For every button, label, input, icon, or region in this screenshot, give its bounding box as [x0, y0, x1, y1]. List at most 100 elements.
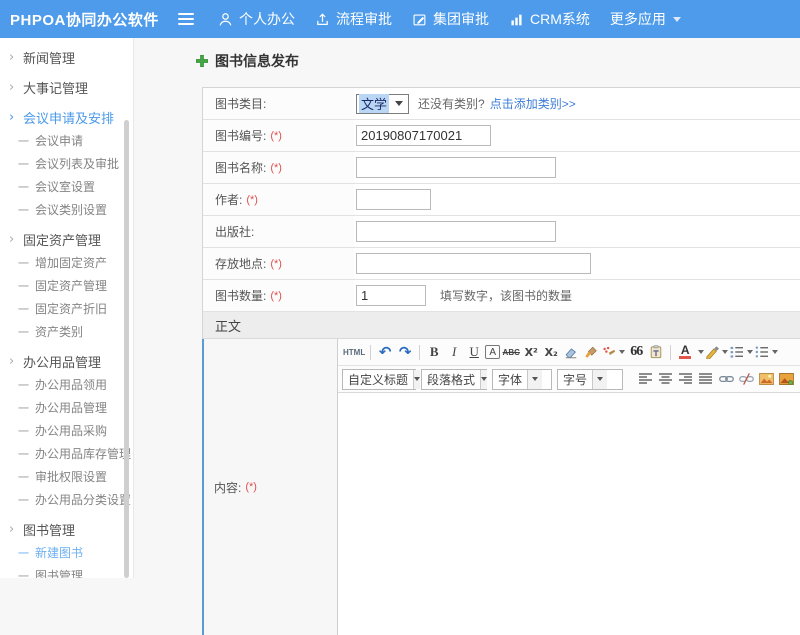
add-category-link[interactable]: 点击添加类别>> [490, 95, 576, 112]
nav-crm-system[interactable]: CRM系统 [509, 9, 590, 29]
dash-icon: 一 [18, 301, 29, 317]
sidebar-item-memorabilia-management[interactable]: › 大事记管理 [0, 75, 133, 99]
sidebar-item-book-manage[interactable]: 一图书管理 [0, 564, 133, 578]
custom-title-select[interactable]: 自定义标题 [342, 369, 416, 390]
strikethrough-button[interactable]: ABC [502, 343, 520, 362]
editor-content-area[interactable] [338, 393, 800, 635]
required-mark: (*) [270, 130, 282, 142]
book-name-input[interactable] [356, 157, 556, 178]
form-row-quantity: 图书数量:(*) 填写数字，该图书的数量 [203, 280, 800, 312]
quantity-input[interactable] [356, 285, 426, 306]
category-select[interactable]: 文学 [356, 94, 409, 114]
sidebar-item-add-fixed-asset[interactable]: 一增加固定资产 [0, 251, 133, 274]
nav-personal-office[interactable]: 个人办公 [218, 9, 295, 29]
field-label: 图书名称: [215, 159, 266, 176]
sidebar-item-supplies-manage[interactable]: 一办公用品管理 [0, 396, 133, 419]
sidebar-item-supplies-inventory[interactable]: 一办公用品库存管理 [0, 442, 133, 465]
dash-icon: 一 [18, 377, 29, 393]
font-family-select[interactable]: 字体 [492, 369, 552, 390]
main-content: 图书信息发布 图书类目: 文学 还没有类别? 点击添加类别>> 图书编号: (*)… [135, 38, 800, 578]
required-mark: (*) [245, 481, 257, 493]
insert-media-button[interactable] [777, 370, 795, 389]
sidebar-item-approval-permission-settings[interactable]: 一审批权限设置 [0, 465, 133, 488]
font-color-button[interactable]: A [676, 343, 694, 362]
caret-down-icon [527, 370, 542, 389]
form-row-category: 图书类目: 文学 还没有类别? 点击添加类别>> [203, 88, 800, 120]
author-input[interactable] [356, 189, 431, 210]
format-brush-button[interactable] [582, 343, 600, 362]
align-right-button[interactable] [677, 370, 695, 389]
font-size-select[interactable]: 字号 [557, 369, 623, 390]
nav-more-apps[interactable]: 更多应用 [610, 9, 681, 29]
bold-button[interactable]: B [425, 343, 443, 362]
bg-color-button[interactable] [705, 343, 728, 362]
sidebar-item-meeting-apply[interactable]: 一会议申请 [0, 129, 133, 152]
book-number-input[interactable] [356, 125, 491, 146]
align-left-button[interactable] [637, 370, 655, 389]
caret-down-icon [747, 350, 753, 354]
toolbar-separator [670, 345, 671, 360]
link-button[interactable] [717, 370, 735, 389]
sidebar-item-fixed-asset-manage[interactable]: 一固定资产管理 [0, 274, 133, 297]
dash-icon: 一 [18, 423, 29, 439]
nav-workflow-approval[interactable]: 流程审批 [315, 9, 392, 29]
eraser-button[interactable] [562, 343, 580, 362]
ordered-list-button[interactable] [730, 343, 753, 362]
sidebar-item-meeting-category-settings[interactable]: 一会议类别设置 [0, 198, 133, 221]
subscript-button[interactable]: X₂ [542, 343, 560, 362]
caret-down-icon [395, 101, 403, 106]
undo-button[interactable]: ↶ [376, 343, 394, 362]
caret-down-icon [592, 370, 607, 389]
sidebar-item-book-management[interactable]: › 图书管理 [0, 517, 133, 541]
paragraph-format-select[interactable]: 段落格式 [421, 369, 487, 390]
sidebar-item-news-management[interactable]: › 新闻管理 [0, 45, 133, 69]
sidebar-item-fixed-assets-management[interactable]: › 固定资产管理 [0, 227, 133, 251]
hamburger-menu-icon[interactable] [178, 13, 194, 25]
dash-icon: 一 [18, 568, 29, 579]
required-mark: (*) [270, 258, 282, 270]
underline-button[interactable]: U [465, 343, 483, 362]
nav-group-approval[interactable]: 集团审批 [412, 9, 489, 29]
sidebar-item-supplies-purchase[interactable]: 一办公用品采购 [0, 419, 133, 442]
paste-button[interactable] [647, 343, 665, 362]
user-icon [218, 12, 233, 27]
sidebar-item-supplies-category-settings[interactable]: 一办公用品分类设置 [0, 488, 133, 511]
italic-button[interactable]: I [445, 343, 463, 362]
sidebar-item-meeting-list-approval[interactable]: 一会议列表及审批 [0, 152, 133, 175]
sidebar-item-office-supplies-management[interactable]: › 办公用品管理 [0, 349, 133, 373]
sidebar-item-fixed-asset-depreciation[interactable]: 一固定资产折旧 [0, 297, 133, 320]
dash-icon: 一 [18, 469, 29, 485]
location-input[interactable] [356, 253, 591, 274]
superscript-button[interactable]: X² [522, 343, 540, 362]
paste-icon [649, 345, 663, 359]
sidebar-item-meeting-room-settings[interactable]: 一会议室设置 [0, 175, 133, 198]
caret-down-icon [480, 370, 487, 389]
sidebar-item-asset-category[interactable]: 一资产类别 [0, 320, 133, 343]
unlink-button[interactable] [737, 370, 755, 389]
align-justify-button[interactable] [697, 370, 715, 389]
blockquote-button[interactable]: 66 [627, 343, 645, 362]
nav-label: 流程审批 [336, 9, 392, 29]
highlight-button[interactable] [602, 343, 625, 362]
field-label: 存放地点: [215, 255, 266, 272]
autotypeset-button[interactable]: A [485, 345, 500, 359]
category-note: 还没有类别? [418, 95, 485, 112]
dash-icon: 一 [18, 545, 29, 561]
sidebar-item-new-book[interactable]: 一新建图书 [0, 541, 133, 564]
redo-button[interactable]: ↷ [396, 343, 414, 362]
sidebar-scrollbar[interactable] [124, 120, 129, 578]
unordered-list-icon [755, 346, 769, 358]
sidebar-item-meeting-management[interactable]: › 会议申请及安排 [0, 105, 133, 129]
unordered-list-button[interactable] [755, 343, 778, 362]
align-center-button[interactable] [657, 370, 675, 389]
sidebar-item-supplies-requisition[interactable]: 一办公用品领用 [0, 373, 133, 396]
html-source-button[interactable]: HTML [343, 343, 365, 362]
caret-down-icon [673, 17, 681, 22]
required-mark: (*) [270, 162, 282, 174]
plus-icon [195, 54, 209, 68]
page-title: 图书信息发布 [195, 51, 299, 71]
field-label: 图书编号: [215, 127, 266, 144]
publisher-input[interactable] [356, 221, 556, 242]
image-button[interactable] [757, 370, 775, 389]
top-navigation: 个人办公 流程审批 集团审批 CRM系统 更多应用 [218, 9, 701, 29]
